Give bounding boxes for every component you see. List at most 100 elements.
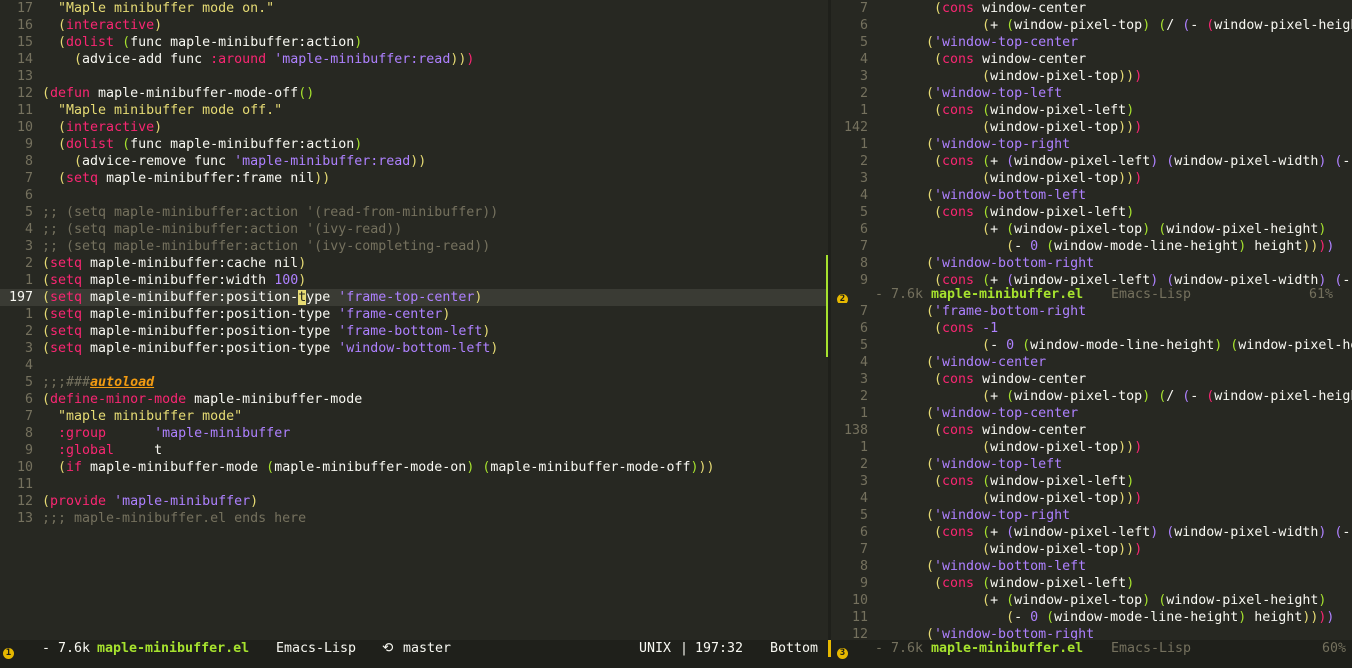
code-line[interactable]: 6 (cons -1 bbox=[831, 320, 1352, 337]
code-line[interactable]: 12 (defun maple-minibuffer-mode-off() bbox=[0, 85, 828, 102]
code-line[interactable]: 8 :group 'maple-minibuffer bbox=[0, 425, 828, 442]
code-line[interactable]: 7 (window-pixel-top))) bbox=[831, 541, 1352, 558]
right-top-editor-pane[interactable]: 7 (cons window-center 6 (+ (window-pixel-… bbox=[831, 0, 1352, 286]
code-line[interactable]: 11 (- 0 (window-mode-line-height) height… bbox=[831, 609, 1352, 626]
code-line[interactable]: 4 ('window-bottom-left bbox=[831, 187, 1352, 204]
code-line[interactable]: 13 ;;; maple-minibuffer.el ends here bbox=[0, 510, 828, 527]
code-line[interactable]: 7 (setq maple-minibuffer:frame nil)) bbox=[0, 170, 828, 187]
code-line[interactable]: 2 ('window-top-left bbox=[831, 85, 1352, 102]
code-line[interactable]: 1 (window-pixel-top))) bbox=[831, 439, 1352, 456]
line-number: 4 bbox=[859, 355, 868, 370]
code-line[interactable]: 13 bbox=[0, 68, 828, 85]
code-line[interactable]: 1 (setq maple-minibuffer:width 100) bbox=[0, 272, 828, 289]
code-line[interactable]: 2 ('window-top-left bbox=[831, 456, 1352, 473]
code-line[interactable]: 2 (setq maple-minibuffer:cache nil) bbox=[0, 255, 828, 272]
code-text: "Maple minibuffer mode off." bbox=[58, 103, 283, 118]
line-number: 13 bbox=[16, 511, 33, 526]
code-line[interactable]: 1 (setq maple-minibuffer:position-type 'f… bbox=[0, 306, 828, 323]
code-line[interactable]: 5 (- 0 (window-mode-line-height) (window… bbox=[831, 337, 1352, 354]
code-line[interactable]: 2 (setq maple-minibuffer:position-type 'f… bbox=[0, 323, 828, 340]
code-line[interactable]: 3 (window-pixel-top))) bbox=[831, 68, 1352, 85]
code-line[interactable]: 9 (cons (+ (window-pixel-left) (window-p… bbox=[831, 272, 1352, 286]
code-line[interactable]: 11 bbox=[0, 476, 828, 493]
code-line[interactable]: 10 (if maple-minibuffer-mode (maple-mini… bbox=[0, 459, 828, 476]
code-line[interactable]: 5 (cons (window-pixel-left) bbox=[831, 204, 1352, 221]
right-buffer-filename[interactable]: maple-minibuffer.el bbox=[931, 640, 1083, 657]
code-line[interactable]: 1 (cons (window-pixel-left) bbox=[831, 102, 1352, 119]
code-line[interactable]: 6 (+ (window-pixel-top) (window-pixel-he… bbox=[831, 221, 1352, 238]
major-mode[interactable]: Emacs-Lisp bbox=[1111, 286, 1191, 303]
code-line[interactable]: 142 (window-pixel-top))) bbox=[831, 119, 1352, 136]
buffer-filename[interactable]: maple-minibuffer.el bbox=[931, 286, 1083, 303]
code-line[interactable]: 15 (dolist (func maple-minibuffer:action… bbox=[0, 34, 828, 51]
code-line[interactable]: 9 (dolist (func maple-minibuffer:action) bbox=[0, 136, 828, 153]
code-line[interactable]: 5 ;;;###autoload bbox=[0, 374, 828, 391]
line-number: 5 bbox=[859, 35, 868, 50]
line-number: 2 bbox=[859, 457, 868, 472]
vcs-branch[interactable]: master bbox=[403, 640, 451, 657]
code-line[interactable]: 7 (- 0 (window-mode-line-height) height)… bbox=[831, 238, 1352, 255]
code-text: (+ (window-pixel-top) (/ (- (window-pixe… bbox=[982, 389, 1352, 404]
code-line[interactable]: 3 (window-pixel-top))) bbox=[831, 170, 1352, 187]
line-number: 10 bbox=[16, 120, 33, 135]
code-line[interactable]: 4 (window-pixel-top))) bbox=[831, 490, 1352, 507]
left-editor-pane[interactable]: 17 "Maple minibuffer mode on." 16 (intera… bbox=[0, 0, 828, 640]
code-line[interactable]: 3 (cons (window-pixel-left) bbox=[831, 473, 1352, 490]
code-line[interactable]: 11 "Maple minibuffer mode off." bbox=[0, 102, 828, 119]
code-line[interactable]: 4 (cons window-center bbox=[831, 51, 1352, 68]
code-line[interactable]: 7 ('frame-bottom-right bbox=[831, 303, 1352, 320]
code-line[interactable]: 10 (+ (window-pixel-top) (window-pixel-h… bbox=[831, 592, 1352, 609]
line-number: 11 bbox=[16, 477, 33, 492]
code-text: (cons (+ (window-pixel-left) (window-pix… bbox=[934, 273, 1351, 286]
code-line[interactable]: 4 ;; (setq maple-minibuffer:action '(ivy-… bbox=[0, 221, 828, 238]
code-line[interactable]: 4 bbox=[0, 357, 828, 374]
code-text: (cons window-center bbox=[934, 372, 1087, 387]
code-line[interactable]: 8 ('window-bottom-left bbox=[831, 558, 1352, 575]
code-line[interactable]: 6 (cons (+ (window-pixel-left) (window-p… bbox=[831, 524, 1352, 541]
code-text: ('window-bottom-left bbox=[926, 188, 1087, 203]
code-line[interactable]: 1 ('window-top-center bbox=[831, 405, 1352, 422]
code-line[interactable]: 17 "Maple minibuffer mode on." bbox=[0, 0, 828, 17]
code-line[interactable]: 6 bbox=[0, 187, 828, 204]
buffer-filename[interactable]: maple-minibuffer.el bbox=[97, 640, 249, 657]
code-line[interactable]: 6 (define-minor-mode maple-minibuffer-mod… bbox=[0, 391, 828, 408]
code-line[interactable]: 10 (interactive) bbox=[0, 119, 828, 136]
code-line[interactable]: 5 ('window-top-right bbox=[831, 507, 1352, 524]
code-text: (setq maple-minibuffer:frame nil)) bbox=[58, 171, 331, 186]
code-line[interactable]: 5 ;; (setq maple-minibuffer:action '(read… bbox=[0, 204, 828, 221]
code-line[interactable]: 3 (setq maple-minibuffer:position-type 'w… bbox=[0, 340, 828, 357]
code-line[interactable]: 7 "maple minibuffer mode" bbox=[0, 408, 828, 425]
line-number: 10 bbox=[851, 593, 868, 608]
line-number: 3 bbox=[859, 474, 868, 489]
code-line[interactable]: 9 (cons (window-pixel-left) bbox=[831, 575, 1352, 592]
line-number: 6 bbox=[859, 18, 868, 33]
code-line[interactable]: 12 ('window-bottom-right bbox=[831, 626, 1352, 640]
encoding[interactable]: UNIX bbox=[639, 640, 671, 657]
right-major-mode[interactable]: Emacs-Lisp bbox=[1111, 640, 1191, 657]
code-text: ('window-center bbox=[926, 355, 1047, 370]
code-line[interactable]: 197 (setq maple-minibuffer:position-type … bbox=[0, 289, 828, 306]
line-number: 8 bbox=[859, 256, 868, 271]
major-mode[interactable]: Emacs-Lisp bbox=[276, 640, 356, 657]
code-text: (+ (window-pixel-top) (/ (- (window-pixe… bbox=[982, 18, 1352, 33]
code-line[interactable]: 2 (+ (window-pixel-top) (/ (- (window-pi… bbox=[831, 388, 1352, 405]
code-text: (setq maple-minibuffer:position-type 'fr… bbox=[42, 307, 451, 322]
code-line[interactable]: 8 (advice-remove func 'maple-minibuffer:… bbox=[0, 153, 828, 170]
code-line[interactable]: 3 ;; (setq maple-minibuffer:action '(ivy-… bbox=[0, 238, 828, 255]
right-bottom-editor-pane[interactable]: 7 ('frame-bottom-right 6 (cons -1 5 (- 0 (w… bbox=[831, 303, 1352, 640]
code-line[interactable]: 12 (provide 'maple-minibuffer) bbox=[0, 493, 828, 510]
code-line[interactable]: 5 ('window-top-center bbox=[831, 34, 1352, 51]
code-line[interactable]: 8 ('window-bottom-right bbox=[831, 255, 1352, 272]
code-line[interactable]: 2 (cons (+ (window-pixel-left) (window-p… bbox=[831, 153, 1352, 170]
code-line[interactable]: 14 (advice-add func :around 'maple-minib… bbox=[0, 51, 828, 68]
code-line[interactable]: 138 (cons window-center bbox=[831, 422, 1352, 439]
code-line[interactable]: 6 (+ (window-pixel-top) (/ (- (window-pi… bbox=[831, 17, 1352, 34]
code-line[interactable]: 16 (interactive) bbox=[0, 17, 828, 34]
code-line[interactable]: 7 (cons window-center bbox=[831, 0, 1352, 17]
code-line[interactable]: 3 (cons window-center bbox=[831, 371, 1352, 388]
code-line[interactable]: 4 ('window-center bbox=[831, 354, 1352, 371]
code-line[interactable]: 1 ('window-top-right bbox=[831, 136, 1352, 153]
window-number-badge: 2 bbox=[837, 294, 848, 303]
scroll-position: Bottom bbox=[770, 641, 819, 656]
code-line[interactable]: 9 :global t bbox=[0, 442, 828, 459]
